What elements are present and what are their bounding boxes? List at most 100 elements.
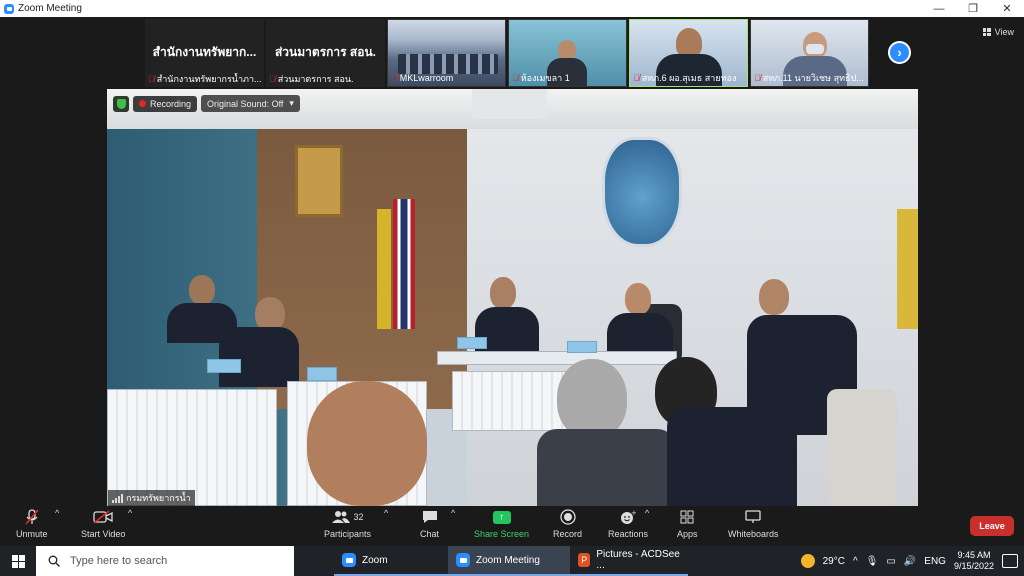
unmute-button[interactable]: Unmute [16, 508, 48, 539]
participant-caption-text: สทภ.6 ผอ.สุเมธ สายทอง [641, 73, 737, 83]
taskbar-clock[interactable]: 9:45 AM 9/15/2022 [954, 550, 994, 572]
grid-view-icon [982, 28, 991, 36]
video-person-head [255, 297, 285, 331]
participants-options-caret[interactable]: ^ [384, 508, 388, 518]
video-person-mask [806, 44, 824, 54]
search-placeholder: Type here to search [70, 555, 168, 567]
next-page-button[interactable]: › [888, 41, 911, 64]
signal-bars-icon [112, 493, 123, 503]
participant-caption-text: สำนักงานทรัพยากรน้ำภา... [156, 74, 261, 84]
participant-tile[interactable]: 🎙̸ ห้องเมขลา 1 [508, 19, 627, 87]
weather-sun-icon[interactable] [800, 554, 815, 568]
original-sound-toggle[interactable]: Original Sound: Off ▾ [201, 95, 300, 112]
notification-icon[interactable] [1002, 554, 1018, 568]
active-speaker-video [107, 89, 918, 506]
whiteboards-label: Whiteboards [728, 529, 779, 539]
chevron-right-icon: › [897, 45, 902, 60]
recording-indicator[interactable]: Recording [133, 95, 198, 112]
video-person-head [557, 359, 627, 439]
security-shield-icon[interactable] [113, 95, 129, 112]
microphone-icon[interactable]: 🎙 [866, 556, 879, 567]
restore-button[interactable]: ❐ [956, 2, 990, 15]
share-screen-button[interactable]: ↑ Share Screen [474, 508, 529, 539]
participant-caption: 🎙̸ ห้องเมขลา 1 [512, 72, 623, 84]
video-flag-thai [393, 199, 415, 329]
video-audience [398, 54, 498, 74]
participants-label: Participants [324, 529, 372, 539]
leave-button[interactable]: Leave [970, 516, 1014, 536]
mic-off-icon [25, 508, 39, 526]
start-video-button[interactable]: Start Video [81, 508, 125, 539]
taskbar-app-label: Zoom Meeting [476, 554, 540, 566]
reactions-options-caret[interactable]: ^ [645, 508, 649, 518]
chat-options-caret[interactable]: ^ [451, 508, 455, 518]
whiteboard-icon [745, 508, 761, 526]
view-button[interactable]: View [982, 27, 1014, 37]
video-options-caret[interactable]: ^ [128, 508, 132, 518]
participant-tile[interactable]: ส่วนมาตรการ สอน. 🎙̸ ส่วนมาตรการ สอน. [266, 19, 385, 87]
participants-button[interactable]: 32 Participants [324, 508, 371, 539]
close-button[interactable]: ✕ [990, 2, 1024, 15]
participant-caption: 🎙̸ สทภ.6 ผอ.สุเมธ สายทอง [633, 72, 744, 84]
record-icon [559, 508, 576, 526]
window-title: Zoom Meeting [18, 3, 82, 14]
video-person-head [759, 279, 789, 315]
video-nameplate [567, 341, 597, 353]
speaker-name-tag: กรมทรัพยากรน้ำ [108, 490, 195, 506]
participant-caption: 🎙̸ ส่วนมาตรการ สอน. [269, 73, 382, 85]
participants-count: 32 [353, 512, 364, 522]
taskbar-app-zoom[interactable]: Zoom [334, 546, 448, 576]
mic-off-icon: 🎙̸ [148, 74, 155, 84]
record-label: Record [553, 529, 583, 539]
participant-caption: 🎙̸ สำนักงานทรัพยากรน้ำภา... [148, 73, 261, 85]
participant-caption-text: สทภ.11 นายวิเชษ สุทธิป... [762, 73, 864, 83]
participant-name-large: สำนักงานทรัพยาก... [152, 45, 257, 59]
video-person-body [667, 407, 797, 506]
participant-tile[interactable]: 🎙̸ MKLwarroom [387, 19, 506, 87]
participant-tile[interactable]: 🎙̸ สทภ.6 ผอ.สุเมธ สายทอง [629, 19, 748, 87]
clock-time: 9:45 AM [957, 550, 991, 560]
video-flag-right [897, 209, 918, 329]
recording-overlay: Recording Original Sound: Off ▾ [113, 95, 300, 112]
apps-button[interactable]: Apps [677, 508, 698, 539]
view-button-label: View [994, 27, 1014, 37]
participant-tile[interactable]: 🎙̸ สทภ.11 นายวิเชษ สุทธิป... [750, 19, 869, 87]
chat-button[interactable]: Chat [420, 508, 439, 539]
participant-caption-text: ห้องเมขลา 1 [520, 73, 570, 83]
participant-tile[interactable]: สำนักงานทรัพยาก... 🎙̸ สำนักงานทรัพยากรน้… [145, 19, 264, 87]
video-person-head [558, 40, 576, 60]
language-indicator[interactable]: ENG [924, 556, 946, 567]
participant-caption: 🎙̸ สทภ.11 นายวิเชษ สุทธิป... [754, 72, 865, 84]
video-person-head [490, 277, 516, 309]
network-icon[interactable]: ▭ [886, 556, 895, 567]
taskbar-app-label: Pictures - ACDSee ... [596, 549, 680, 571]
audio-options-caret[interactable]: ^ [55, 508, 59, 518]
recording-label: Recording [150, 98, 192, 109]
taskbar-app-label: Zoom [362, 554, 388, 566]
reactions-label: Reactions [608, 529, 649, 539]
chevron-up-icon[interactable]: ^ [853, 556, 858, 567]
participant-caption-text: ส่วนมาตรการ สอน. [277, 74, 354, 84]
chat-icon [422, 508, 438, 526]
whiteboards-button[interactable]: Whiteboards [728, 508, 779, 539]
meeting-stage: สำนักงานทรัพยาก... 🎙̸ สำนักงานทรัพยากรน้… [0, 17, 1024, 506]
zoom-app-icon [456, 553, 470, 567]
zoom-app-icon [4, 3, 14, 14]
start-video-label: Start Video [81, 529, 126, 539]
mic-off-icon: 🎙̸ [391, 73, 398, 83]
mic-off-icon: 🎙̸ [269, 74, 276, 84]
taskbar-search-box[interactable]: Type here to search [36, 546, 294, 576]
volume-icon[interactable]: 🔊 [904, 556, 916, 567]
reactions-button[interactable]: + Reactions [608, 508, 648, 539]
windows-taskbar: Type here to search Zoom Zoom Meeting P … [0, 546, 1024, 576]
temperature[interactable]: 29°C [823, 556, 845, 567]
video-nameplate [307, 367, 337, 381]
start-button[interactable] [0, 546, 36, 576]
video-table [437, 351, 677, 365]
minimize-button[interactable]: — [922, 3, 956, 15]
window-titlebar: Zoom Meeting — ❐ ✕ [0, 0, 1024, 17]
record-button[interactable]: Record [553, 508, 582, 539]
taskbar-app-zoom-meeting[interactable]: Zoom Meeting [448, 546, 570, 576]
taskbar-app-acdsee[interactable]: P Pictures - ACDSee ... [570, 546, 688, 576]
video-person-body [219, 327, 299, 387]
